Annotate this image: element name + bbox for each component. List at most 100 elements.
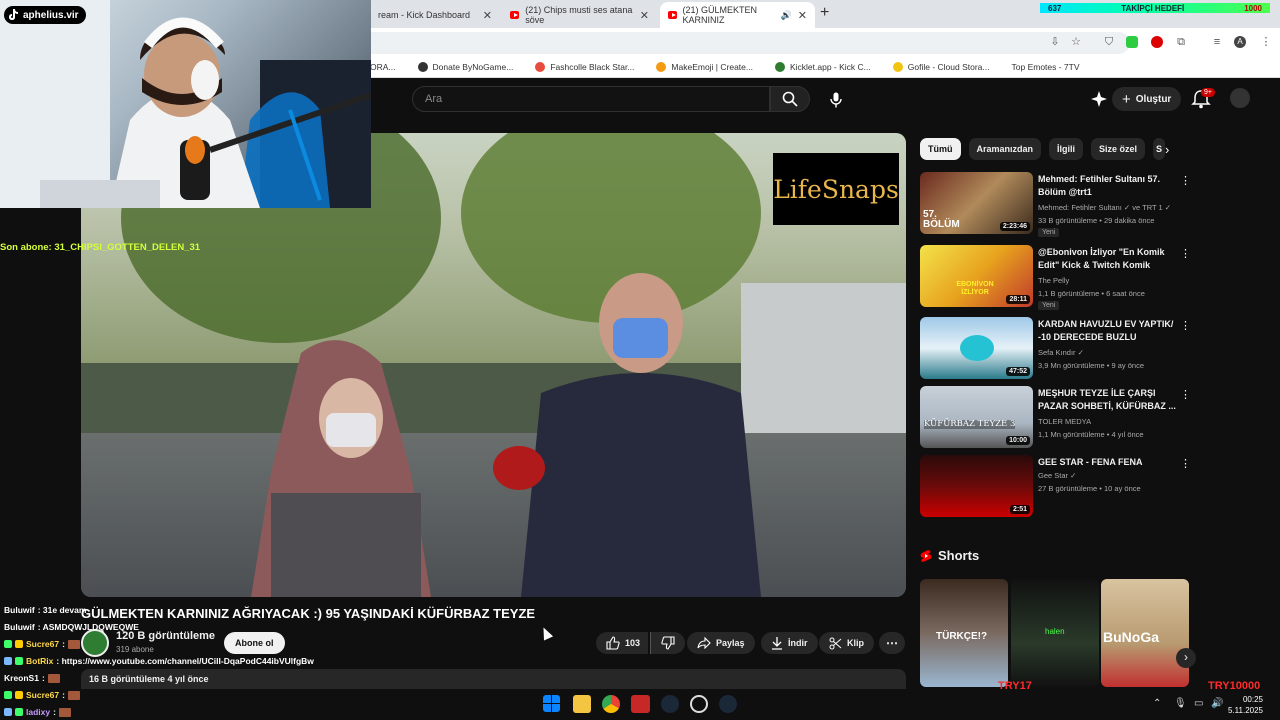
chat-badge-icon	[15, 708, 23, 716]
extensions-puzzle-icon[interactable]: ⧉	[1175, 36, 1187, 48]
chip-from-search[interactable]: Aramanızdan	[968, 138, 1042, 160]
tray-chevron-icon[interactable]: ⌃	[1153, 698, 1161, 709]
chrome-icon[interactable]	[602, 695, 620, 713]
short-item[interactable]: halen	[1011, 579, 1099, 687]
voice-search-button[interactable]	[822, 86, 850, 114]
bookmark-item[interactable]: Top Emotes - 7TV	[1012, 62, 1080, 72]
windows-start-icon[interactable]	[543, 695, 560, 712]
tab-chips-musti[interactable]: (21) Chips musti ses atana söve ✕	[502, 2, 657, 28]
tray-volume-icon[interactable]: 🔊	[1211, 698, 1223, 709]
steam-icon[interactable]	[661, 695, 679, 713]
tab-gulmekten-active[interactable]: (21) GÜLMEKTEN KARNINIZ 🔊 ✕	[660, 2, 815, 28]
system-clock[interactable]: 00:25 5.11.2025	[1228, 694, 1263, 716]
channel-name[interactable]: Sefa Kındır ✓	[1038, 348, 1084, 357]
video-duration: 28:11	[1006, 295, 1030, 304]
sparkle-icon[interactable]	[1090, 90, 1108, 108]
channel-name[interactable]: Gee Star ✓	[1038, 471, 1076, 480]
chip-related[interactable]: İlgili	[1049, 138, 1084, 160]
more-vertical-icon[interactable]: ⋮	[1180, 457, 1191, 470]
obs-icon[interactable]	[690, 695, 708, 713]
shorts-next-arrow-icon[interactable]: ›	[1176, 648, 1196, 668]
like-button[interactable]: 103	[596, 632, 649, 654]
channel-name[interactable]: Mehmed: Fetihler Sultanı ✓ ve TRT 1 ✓	[1038, 203, 1171, 212]
dislike-button[interactable]	[650, 632, 685, 654]
video-title[interactable]: GEE STAR - FENA FENA	[1038, 456, 1176, 469]
bookmark-item[interactable]: Fashcolle Black Star...	[535, 61, 634, 72]
app-red-icon[interactable]	[631, 695, 650, 713]
create-button[interactable]: + Oluştur	[1112, 87, 1182, 111]
thumbnail-pool	[960, 335, 994, 361]
tray-network-icon[interactable]: ▭	[1194, 698, 1203, 709]
short-item[interactable]: BuNoGa	[1101, 579, 1189, 687]
clip-button[interactable]: Klip	[819, 632, 874, 654]
video-title[interactable]: @Ebonivon İzliyor "En Komik Edit" Kick &…	[1038, 246, 1176, 274]
short-item[interactable]: TÜRKÇE!?	[920, 579, 1008, 687]
chat-message: Buluwif : 31e devam	[4, 605, 86, 615]
recommendation-item[interactable]: 47:52 KARDAN HAVUZLU EV YAPTIK/ -10 DERE…	[920, 317, 1191, 379]
address-field[interactable]	[370, 32, 1130, 54]
new-badge: Yeni	[1038, 301, 1060, 310]
thumbs-down-icon	[661, 636, 675, 650]
channel-name[interactable]: TOLER MEDYA	[1038, 417, 1091, 426]
recommendation-item[interactable]: EBONİVON İZLİYOR 28:11 @Ebonivon İzliyor…	[920, 245, 1191, 310]
chevron-right-icon[interactable]: ›	[1165, 142, 1181, 158]
video-thumbnail[interactable]: EBONİVON İZLİYOR 28:11	[920, 245, 1033, 307]
more-actions-button[interactable]: ⋯	[879, 632, 905, 654]
more-vertical-icon[interactable]: ⋮	[1180, 388, 1191, 401]
kicklet-icon	[774, 61, 785, 72]
share-icon	[697, 637, 711, 649]
video-thumbnail[interactable]: 57. BÖLÜM 2:23:46	[920, 172, 1033, 234]
extension-green-icon[interactable]	[1126, 36, 1138, 48]
more-vertical-icon[interactable]: ⋮	[1180, 174, 1191, 187]
share-button[interactable]: Paylaş	[687, 632, 755, 654]
close-tab-icon[interactable]: ✕	[640, 9, 649, 22]
chat-badge-icon	[4, 640, 12, 648]
tray-mic-icon[interactable]: 🎙	[1174, 698, 1187, 709]
recommendation-item[interactable]: KÜFÜRBAZ TEYZE 3 10:00 MEŞHUR TEYZE İLE …	[920, 386, 1191, 448]
video-duration: 2:51	[1009, 505, 1030, 514]
profile-avatar-icon[interactable]: A	[1234, 36, 1246, 48]
bookmark-item[interactable]: Kicklet.app - Kick C...	[774, 61, 871, 72]
search-icon	[782, 91, 798, 107]
reading-list-icon[interactable]: ≡	[1211, 36, 1223, 48]
video-meta: 3,9 Mn görüntüleme • 9 ay önce	[1038, 361, 1145, 370]
bookmark-star-icon[interactable]: ☆	[1070, 36, 1082, 48]
video-thumbnail[interactable]: 2:51	[920, 455, 1033, 517]
video-thumbnail[interactable]: 47:52	[920, 317, 1033, 379]
new-tab-button[interactable]: +	[820, 4, 829, 22]
file-explorer-icon[interactable]	[573, 695, 591, 713]
download-button[interactable]: İndir	[761, 632, 818, 654]
video-title[interactable]: MEŞHUR TEYZE İLE ÇARŞI PAZAR SOHBETİ, KÜ…	[1038, 387, 1176, 413]
more-vertical-icon[interactable]: ⋮	[1180, 319, 1191, 332]
recommendation-item[interactable]: 2:51 GEE STAR - FENA FENA Gee Star ✓ 27 …	[920, 455, 1191, 517]
bookmark-item[interactable]: Gofile - Cloud Stora...	[892, 61, 990, 72]
clock-date: 5.11.2025	[1228, 706, 1263, 715]
recommendation-item[interactable]: 57. BÖLÜM 2:23:46 Mehmed: Fetihler Sulta…	[920, 172, 1191, 237]
chip-for-you[interactable]: Size özel	[1091, 138, 1146, 160]
video-thumbnail[interactable]: KÜFÜRBAZ TEYZE 3 10:00	[920, 386, 1033, 448]
account-avatar[interactable]	[1230, 88, 1250, 108]
video-title[interactable]: Mehmed: Fetihler Sultanı 57. Bölüm @trt1	[1038, 173, 1176, 199]
close-tab-icon[interactable]: ✕	[483, 9, 492, 22]
bookmark-item[interactable]: ORA...	[370, 62, 396, 72]
fashcolle-icon	[535, 61, 546, 72]
extension-red-icon[interactable]	[1151, 36, 1163, 48]
tab-kick-dashboard[interactable]: ream - Kick Dashboard ✕	[370, 2, 500, 28]
more-vertical-icon[interactable]: ⋮	[1180, 247, 1191, 260]
bookmark-item[interactable]: MakeEmoji | Create...	[656, 61, 753, 72]
short-thumb-text: BuNoGa	[1103, 629, 1159, 645]
search-button[interactable]	[770, 86, 810, 112]
channel-name[interactable]: The Pelly	[1038, 276, 1069, 285]
video-title[interactable]: KARDAN HAVUZLU EV YAPTIK/ -10 DERECEDE B…	[1038, 318, 1176, 346]
close-tab-icon[interactable]: ✕	[798, 9, 807, 22]
install-app-icon[interactable]: ⇩	[1049, 36, 1061, 48]
download-label: İndir	[788, 638, 808, 648]
extension-shield-icon[interactable]: ⛉	[1103, 36, 1115, 48]
search-input[interactable]: Ara	[412, 86, 770, 112]
chat-badge-icon	[15, 640, 23, 648]
chip-more[interactable]: S	[1153, 138, 1166, 160]
bookmark-item[interactable]: Donate ByNoGame...	[417, 61, 513, 72]
chip-all[interactable]: Tümü	[920, 138, 961, 160]
steam-icon[interactable]	[719, 695, 737, 713]
chrome-menu-icon[interactable]: ⋮	[1260, 36, 1272, 48]
